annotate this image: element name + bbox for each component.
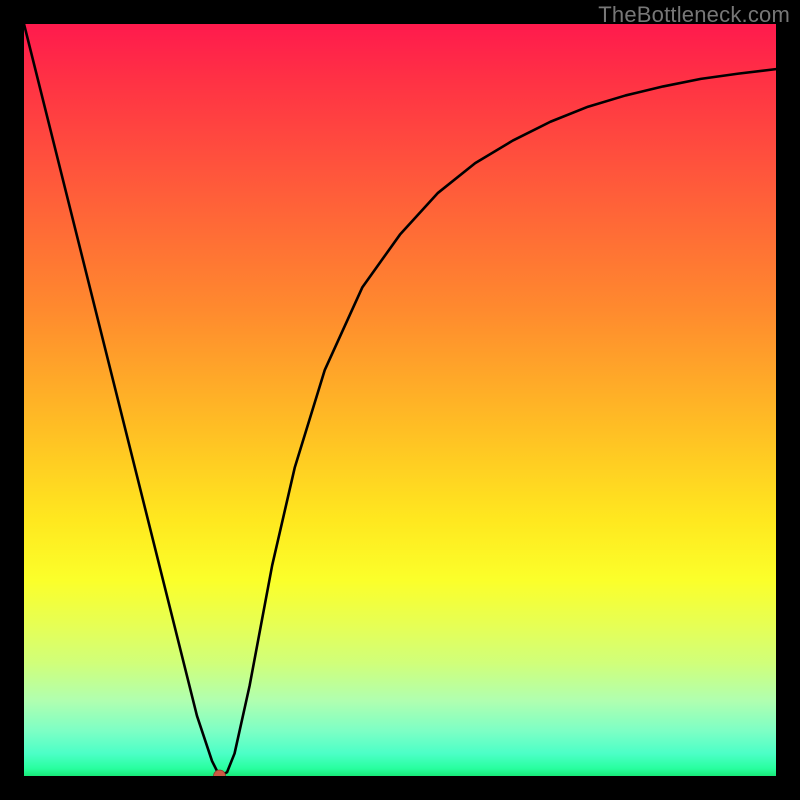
chart-plot-area — [24, 24, 776, 776]
bottleneck-curve — [24, 24, 776, 776]
optimum-marker — [214, 770, 226, 776]
chart-svg — [24, 24, 776, 776]
